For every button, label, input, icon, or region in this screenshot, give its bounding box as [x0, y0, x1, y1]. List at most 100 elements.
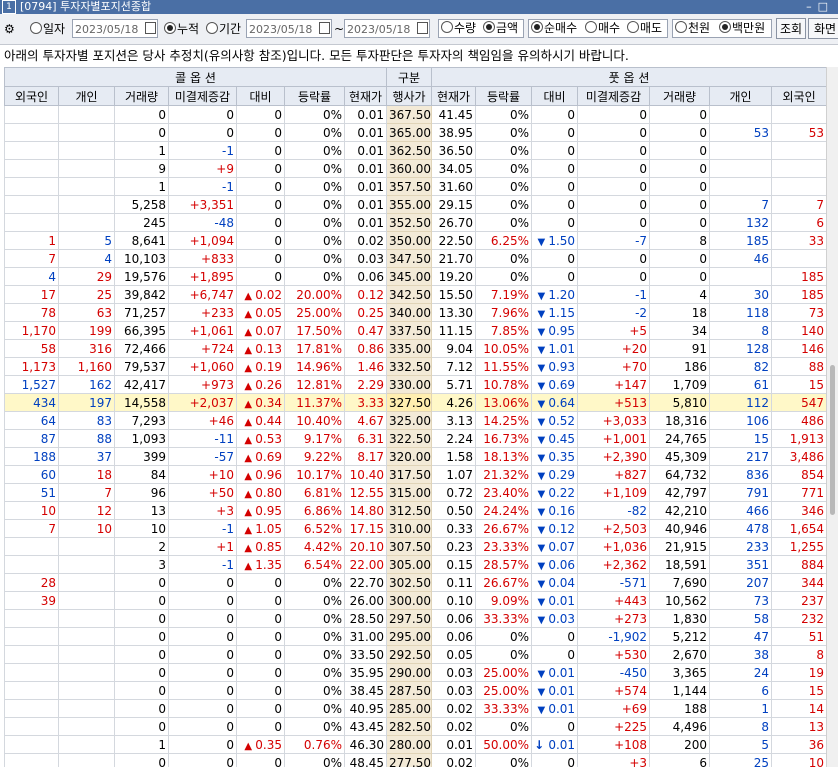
- radio-period[interactable]: 기간: [206, 20, 241, 39]
- call-oi-change-cell: 0: [168, 699, 237, 718]
- calendar-icon[interactable]: [319, 22, 330, 34]
- call-change-rate-header[interactable]: 등락률: [284, 86, 345, 106]
- call-price-header[interactable]: 현재가: [343, 86, 388, 106]
- put-change-rate-header[interactable]: 등락률: [475, 86, 533, 106]
- date-input-3[interactable]: 2023/05/18: [344, 19, 430, 38]
- radio-amount-label: 금액: [496, 21, 519, 35]
- table-row[interactable]: 0 0 0 0% 48.45 277.50 0.02 0% 0 +3 6 25 10: [4, 753, 826, 767]
- call-individual-cell: [58, 735, 115, 754]
- radio-cumulative[interactable]: 누적: [164, 20, 199, 39]
- radio-day-label: 일자: [43, 22, 66, 36]
- table-row[interactable]: 172539,842+6,7470.0220.00%0.12342.5015.5…: [4, 285, 826, 304]
- call-volume-cell: 0: [114, 123, 169, 142]
- table-row[interactable]: 100.350.76%46.30280.000.0150.00%0.01+108…: [4, 735, 826, 754]
- table-row[interactable]: 390000%26.00300.000.109.09%0.01+44310,56…: [4, 591, 826, 610]
- radio-thousand-won[interactable]: 천원: [675, 20, 710, 39]
- settings-gear-icon[interactable]: ⚙: [4, 20, 15, 39]
- scrollbar-thumb[interactable]: [830, 365, 835, 515]
- table-row[interactable]: 0 0 0 0% 31.00 295.00 0.06 0% 0 -1,902 5,212 47 51: [4, 627, 826, 646]
- put-foreign-cell: 884: [771, 555, 826, 574]
- radio-day[interactable]: 일자: [30, 20, 65, 39]
- call-oi-change-cell: +233: [168, 303, 237, 322]
- call-foreign-cell: 58: [4, 339, 59, 358]
- call-change-header[interactable]: 대비: [236, 86, 285, 106]
- call-foreign-header[interactable]: 외국인: [4, 86, 59, 106]
- calendar-icon[interactable]: [417, 22, 428, 34]
- table-row[interactable]: 18837399-570.699.22%8.17320.001.5818.13%…: [4, 447, 826, 466]
- date-input-2[interactable]: 2023/05/18: [246, 19, 332, 38]
- vertical-scrollbar[interactable]: [826, 67, 838, 767]
- table-row[interactable]: 0 0 0 0% 0.01 367.50 41.45 0% 0 0 0: [4, 105, 826, 124]
- call-foreign-cell: 17: [4, 285, 59, 304]
- table-row[interactable]: 0000%35.95290.000.0325.00%0.01-4503,3652…: [4, 663, 826, 682]
- table-row[interactable]: 786371,257+2330.0525.00%0.25340.0013.307…: [4, 303, 826, 322]
- put-price-header[interactable]: 현재가: [431, 86, 477, 106]
- radio-million-won[interactable]: 백만원: [719, 20, 765, 39]
- radio-quantity[interactable]: 수량: [441, 20, 476, 39]
- call-oi-change-header[interactable]: 미결제증감: [168, 86, 237, 106]
- radio-sell[interactable]: 매도: [627, 20, 662, 39]
- table-row[interactable]: 0000%28.50297.500.0633.33%0.03+2731,8305…: [4, 609, 826, 628]
- table-row[interactable]: 245 -48 0 0% 0.01 352.50 26.70 0% 0 0 0 132 6: [4, 213, 826, 232]
- put-foreign-cell: 237: [771, 591, 826, 610]
- table-row[interactable]: 0 0 0 0% 0.01 365.00 38.95 0% 0 0 0 53 53: [4, 123, 826, 142]
- minimize-icon[interactable]: –: [806, 0, 818, 13]
- strike-price-cell: 360.00: [386, 159, 433, 178]
- put-price-cell: 0.05: [431, 645, 477, 664]
- table-row[interactable]: 4 29 19,576 +1,895 0 0% 0.06 345.00 19.20 0% 0 0 0 18…: [4, 267, 826, 286]
- put-change-header[interactable]: 대비: [531, 86, 579, 106]
- table-row[interactable]: 0000%38.45287.500.0325.00%0.01+5741,1446…: [4, 681, 826, 700]
- table-row[interactable]: 3-11.356.54%22.00305.000.1528.57%0.06+2,…: [4, 555, 826, 574]
- date-input-1[interactable]: 2023/05/18: [72, 19, 158, 38]
- table-row[interactable]: 64837,293+460.4410.40%4.67325.003.1314.2…: [4, 411, 826, 430]
- query-button[interactable]: 조회: [776, 18, 806, 39]
- call-volume-cell: 7,293: [114, 411, 169, 430]
- table-row[interactable]: 5,258 +3,351 0 0% 0.01 355.00 29.15 0% 0 0 0 7 7: [4, 195, 826, 214]
- call-foreign-cell: [4, 717, 59, 736]
- call-individual-header[interactable]: 개인: [58, 86, 115, 106]
- put-change-rate-cell: 6.25%: [475, 231, 533, 250]
- table-row[interactable]: 87881,093-110.539.17%6.31322.502.2416.73…: [4, 429, 826, 448]
- table-row[interactable]: 1 -1 0 0% 0.01 362.50 36.50 0% 0 0 0: [4, 141, 826, 160]
- call-volume-header[interactable]: 거래량: [114, 86, 169, 106]
- table-row[interactable]: 0000%40.95285.000.0233.33%0.01+69188114: [4, 699, 826, 718]
- table-row[interactable]: 0 0 0 0% 43.45 282.50 0.02 0% 0 +225 4,496 8 13: [4, 717, 826, 736]
- call-oi-change-cell: 0: [168, 573, 237, 592]
- table-row[interactable]: 43419714,558+2,0370.3411.37%3.33327.504.…: [4, 393, 826, 412]
- call-foreign-cell: 28: [4, 573, 59, 592]
- table-row[interactable]: 7 4 10,103 +833 0 0% 0.03 347.50 21.70 0% 0 0 0 46: [4, 249, 826, 268]
- table-row[interactable]: 1,52716242,417+9730.2612.81%2.29330.005.…: [4, 375, 826, 394]
- table-row[interactable]: 280000%22.70302.500.1126.67%0.04-5717,69…: [4, 573, 826, 592]
- table-row[interactable]: 0 0 0 0% 33.50 292.50 0.05 0% 0 +530 2,670 38 8: [4, 645, 826, 664]
- table-row[interactable]: 2+10.854.42%20.10307.500.2323.33%0.07+1,…: [4, 537, 826, 556]
- table-row[interactable]: 1 -1 0 0% 0.01 357.50 31.60 0% 0 0 0: [4, 177, 826, 196]
- table-row[interactable]: 158,641+1,09400%0.02350.0022.506.25%1.50…: [4, 231, 826, 250]
- table-row[interactable]: 101213+30.956.86%14.80312.500.5024.24%0.…: [4, 501, 826, 520]
- put-oi-change-header[interactable]: 미결제증감: [577, 86, 651, 106]
- put-individual-header[interactable]: 개인: [709, 86, 773, 106]
- put-foreign-header[interactable]: 외국인: [771, 86, 826, 106]
- table-row[interactable]: 601884+100.9610.17%10.40317.501.0721.32%…: [4, 465, 826, 484]
- table-row[interactable]: 1,1731,16079,537+1,0600.1914.96%1.46332.…: [4, 357, 826, 376]
- maximize-icon[interactable]: □: [818, 0, 834, 13]
- window-controls[interactable]: –□: [806, 0, 834, 14]
- kind-header: 구분: [386, 67, 433, 87]
- table-row[interactable]: 5831672,466+7240.1317.81%0.86335.009.041…: [4, 339, 826, 358]
- calendar-icon[interactable]: [145, 22, 156, 34]
- table-row[interactable]: 9 +9 0 0% 0.01 360.00 34.05 0% 0 0 0: [4, 159, 826, 178]
- put-volume-header[interactable]: 거래량: [649, 86, 711, 106]
- radio-amount[interactable]: 금액: [483, 20, 518, 39]
- call-change-rate-cell: 0%: [284, 699, 345, 718]
- radio-quantity-label: 수량: [454, 21, 477, 35]
- table-row[interactable]: 1,17019966,395+1,0610.0717.50%0.47337.50…: [4, 321, 826, 340]
- radio-buy[interactable]: 매수: [585, 20, 620, 39]
- put-change-cell: 0.01: [531, 735, 579, 754]
- put-individual-cell: 15: [709, 429, 773, 448]
- table-row[interactable]: 51796+500.806.81%12.55315.000.7223.40%0.…: [4, 483, 826, 502]
- screen-button[interactable]: 화면: [808, 18, 838, 39]
- strike-price-header[interactable]: 행사가: [386, 86, 433, 106]
- call-foreign-cell: 10: [4, 501, 59, 520]
- call-volume-cell: 1: [114, 177, 169, 196]
- radio-net-buy[interactable]: 순매수: [531, 20, 577, 39]
- table-row[interactable]: 71010-11.056.52%17.15310.000.3326.67%0.1…: [4, 519, 826, 538]
